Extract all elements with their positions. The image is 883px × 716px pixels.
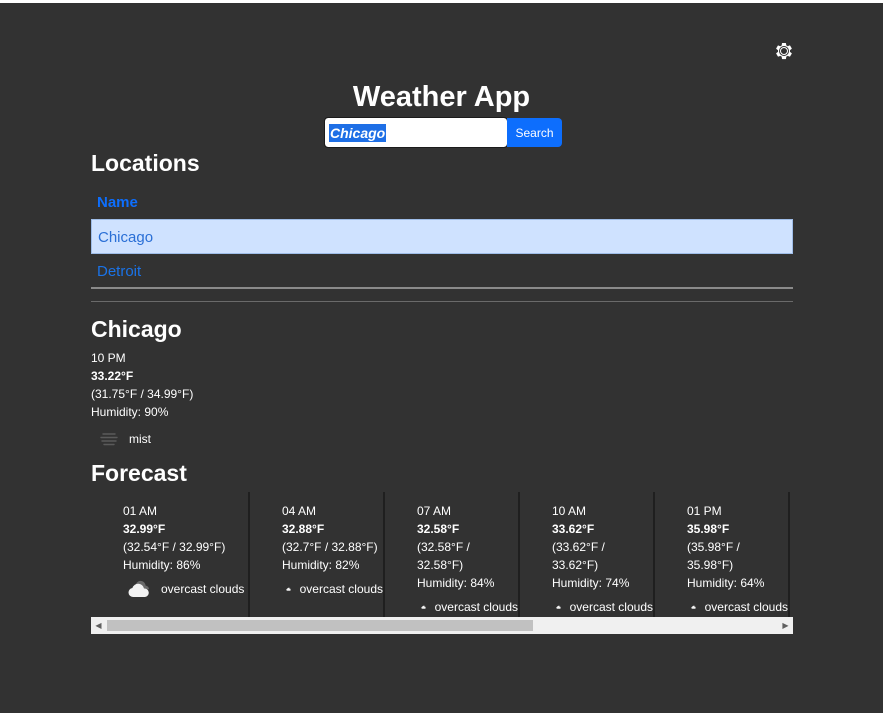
forecast-condition: overcast clouds bbox=[421, 598, 518, 616]
forecast-temp-range: (32.58°F / 32.58°F) bbox=[417, 540, 470, 572]
forecast-temperature: 32.88°F bbox=[282, 522, 325, 536]
cloud-icon bbox=[421, 605, 426, 609]
cloud-icon bbox=[691, 605, 696, 609]
forecast-card: 01 AM 32.99°F (32.54°F / 32.99°F) Humidi… bbox=[91, 492, 250, 617]
forecast-time: 04 AM bbox=[282, 504, 317, 518]
forecast-temperature: 35.98°F bbox=[687, 522, 730, 536]
search-input[interactable]: Chicago bbox=[324, 117, 508, 148]
forecast-time: 10 AM bbox=[552, 504, 587, 518]
forecast-condition: overcast clouds bbox=[691, 598, 788, 616]
current-weather: 10 PM 33.22°F (31.75°F / 34.99°F) Humidi… bbox=[91, 349, 193, 449]
location-row-detroit[interactable]: Detroit bbox=[91, 254, 793, 289]
forecast-heading: Forecast bbox=[91, 460, 187, 486]
forecast-condition: overcast clouds bbox=[286, 580, 383, 598]
forecast-card: 10 AM 33.62°F (33.62°F / 33.62°F) Humidi… bbox=[520, 492, 655, 617]
locations-table: Name Chicago Detroit bbox=[91, 186, 793, 289]
weather-app: Weather App Chicago Search Locations Nam… bbox=[0, 3, 883, 713]
current-temp-range: (31.75°F / 34.99°F) bbox=[91, 387, 194, 401]
forecast-condition-text: overcast clouds bbox=[704, 600, 788, 614]
forecast-condition-text: overcast clouds bbox=[299, 582, 383, 596]
location-row-chicago[interactable]: Chicago bbox=[91, 219, 793, 254]
scroll-left-arrow-icon[interactable]: ◀ bbox=[91, 617, 106, 634]
forecast-humidity: Humidity: 64% bbox=[687, 576, 765, 590]
forecast-humidity: Humidity: 74% bbox=[552, 576, 630, 590]
forecast-temperature: 32.58°F bbox=[417, 522, 460, 536]
forecast-condition-text: overcast clouds bbox=[434, 600, 518, 614]
scroll-right-arrow-icon[interactable]: ▶ bbox=[778, 617, 793, 634]
current-time: 10 PM bbox=[91, 351, 126, 365]
scrollbar-thumb[interactable] bbox=[107, 620, 533, 631]
forecast-condition: overcast clouds bbox=[127, 580, 248, 598]
horizontal-scrollbar[interactable]: ◀ ▶ bbox=[91, 617, 793, 634]
search-bar: Chicago Search bbox=[324, 117, 562, 148]
current-humidity: Humidity: 90% bbox=[91, 405, 169, 419]
forecast-condition: overcast clouds bbox=[556, 598, 653, 616]
cloud-icon bbox=[286, 587, 291, 591]
forecast-time: 01 PM bbox=[687, 504, 722, 518]
forecast-temp-range: (33.62°F / 33.62°F) bbox=[552, 540, 605, 572]
current-city-title: Chicago bbox=[91, 316, 182, 342]
forecast-humidity: Humidity: 82% bbox=[282, 558, 360, 572]
forecast-condition-text: overcast clouds bbox=[161, 582, 245, 596]
forecast-strip: 01 AM 32.99°F (32.54°F / 32.99°F) Humidi… bbox=[91, 492, 793, 617]
forecast-temp-range: (35.98°F / 35.98°F) bbox=[687, 540, 740, 572]
current-temperature: 33.22°F bbox=[91, 369, 134, 383]
forecast-temperature: 32.99°F bbox=[123, 522, 166, 536]
cloud-icon bbox=[128, 580, 149, 597]
forecast-temp-range: (32.7°F / 32.88°F) bbox=[282, 540, 378, 554]
forecast-humidity: Humidity: 84% bbox=[417, 576, 495, 590]
column-header-name[interactable]: Name bbox=[91, 186, 793, 219]
search-input-value: Chicago bbox=[329, 123, 387, 142]
forecast-condition-text: overcast clouds bbox=[569, 600, 653, 614]
forecast-card: 04 AM 32.88°F (32.7°F / 32.88°F) Humidit… bbox=[250, 492, 385, 617]
forecast-humidity: Humidity: 86% bbox=[123, 558, 201, 572]
current-condition: mist bbox=[91, 429, 193, 449]
settings-button[interactable] bbox=[772, 39, 796, 63]
forecast-time: 01 AM bbox=[123, 504, 158, 518]
locations-heading: Locations bbox=[91, 150, 200, 176]
forecast-card: 01 PM 35.98°F (35.98°F / 35.98°F) Humidi… bbox=[655, 492, 790, 617]
cloud-icon bbox=[556, 605, 561, 609]
forecast-temp-range: (32.54°F / 32.99°F) bbox=[123, 540, 226, 554]
forecast-temperature: 33.62°F bbox=[552, 522, 595, 536]
app-title: Weather App bbox=[352, 81, 531, 113]
section-divider bbox=[91, 301, 793, 302]
search-button[interactable]: Search bbox=[507, 118, 562, 147]
gear-icon bbox=[776, 43, 792, 60]
mist-icon bbox=[100, 433, 118, 446]
forecast-card: 07 AM 32.58°F (32.58°F / 32.58°F) Humidi… bbox=[385, 492, 520, 617]
forecast-time: 07 AM bbox=[417, 504, 452, 518]
current-condition-text: mist bbox=[129, 432, 151, 446]
forecast-scroller[interactable]: 01 AM 32.99°F (32.54°F / 32.99°F) Humidi… bbox=[91, 492, 793, 634]
